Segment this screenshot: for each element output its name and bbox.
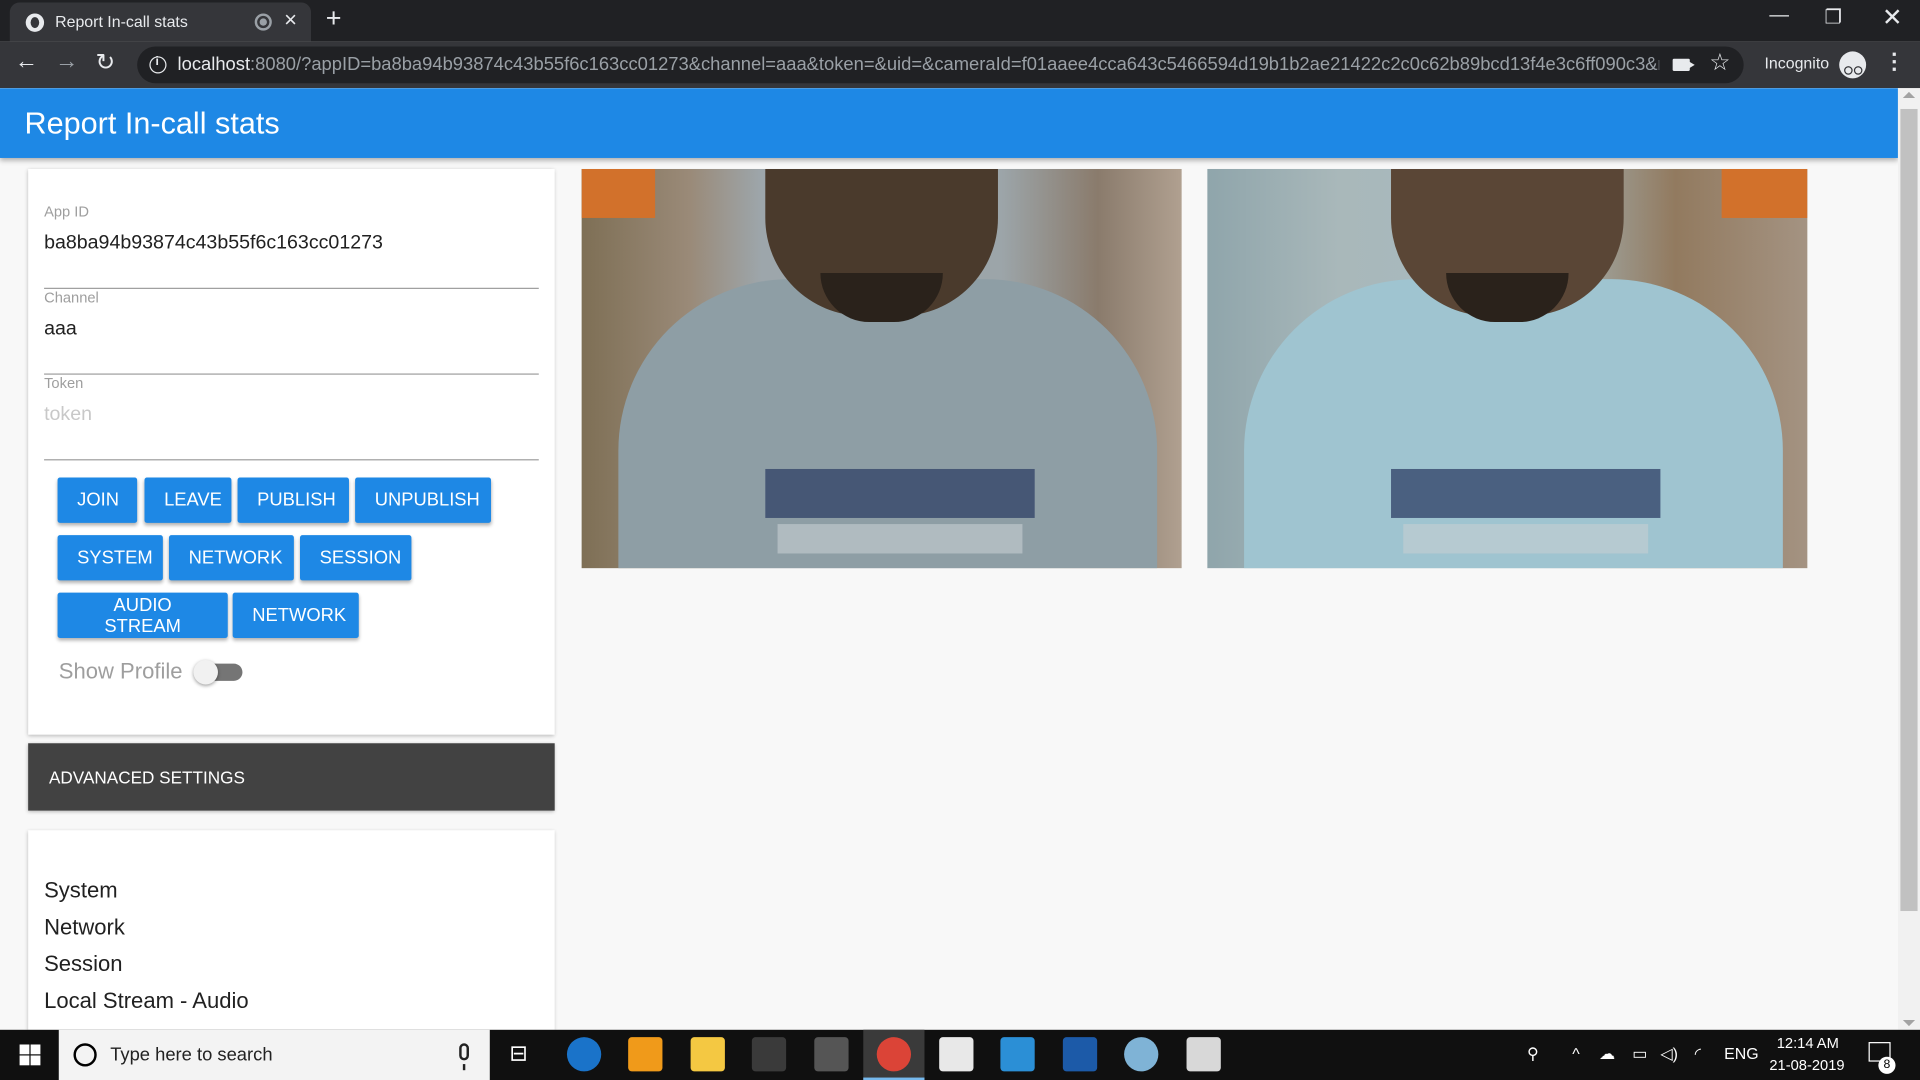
browser-toolbar: ← → ↻ localhost:8080/?appID=ba8ba94b9387…: [0, 41, 1920, 89]
stats-card: System Network Session Local Stream - Au…: [28, 830, 555, 1030]
channel-input[interactable]: [44, 313, 534, 346]
reload-icon[interactable]: ↻: [96, 49, 115, 77]
settings-card: App ID Channel Token JOIN LEAVE PUBLISH …: [28, 168, 555, 735]
scroll-down-icon[interactable]: [1902, 1020, 1916, 1027]
clock-date[interactable]: 21-08-2019: [1769, 1057, 1844, 1074]
stats-item-system: System: [44, 877, 118, 903]
cortana-icon: [73, 1043, 97, 1067]
photos-icon[interactable]: [1186, 1037, 1221, 1072]
network-stream-button[interactable]: NETWORK: [232, 592, 359, 638]
audio-stream-button[interactable]: AUDIO STREAM: [57, 592, 228, 638]
battery-icon[interactable]: ▭: [1632, 1044, 1647, 1064]
video-shirt-print: [1391, 468, 1661, 518]
channel-field: Channel: [44, 289, 539, 375]
stats-item-network: Network: [44, 914, 125, 940]
clock-time[interactable]: 12:14 AM: [1777, 1035, 1839, 1052]
taskbar-search[interactable]: Type here to search: [58, 1029, 490, 1080]
restore-icon[interactable]: ❐: [1824, 5, 1842, 29]
bookmark-star-icon[interactable]: ☆: [1709, 49, 1730, 77]
local-video: [581, 168, 1182, 569]
incognito-label: Incognito: [1764, 53, 1830, 73]
browser-tab[interactable]: Report In-call stats ×: [9, 2, 312, 42]
leave-button[interactable]: LEAVE: [144, 477, 232, 523]
stats-item-session: Session: [44, 951, 123, 976]
search-placeholder: Type here to search: [110, 1044, 273, 1066]
volume-icon[interactable]: ◁): [1660, 1044, 1678, 1064]
video-background: [1721, 168, 1808, 218]
token-input[interactable]: [44, 399, 534, 432]
language-indicator[interactable]: ENG: [1724, 1044, 1758, 1062]
toggle-knob: [193, 660, 218, 685]
browser-tab-bar: Report In-call stats × + — ❐ ✕: [0, 0, 1920, 42]
app-header: Report In-call stats: [0, 88, 1898, 158]
wifi-icon[interactable]: ◜: [1695, 1044, 1701, 1064]
show-profile-label: Show Profile: [58, 658, 183, 684]
whatsapp-icon[interactable]: [628, 1037, 663, 1072]
chrome-taskbar-active[interactable]: [863, 1029, 925, 1080]
site-info-icon[interactable]: [149, 55, 167, 74]
page: Report In-call stats App ID Channel Toke…: [0, 88, 1898, 1030]
token-field: Token: [44, 375, 539, 461]
back-icon[interactable]: ←: [15, 49, 38, 76]
page-title: Report In-call stats: [24, 106, 280, 141]
store-icon[interactable]: [814, 1037, 849, 1072]
forward-icon[interactable]: →: [55, 49, 78, 76]
scroll-thumb[interactable]: [1900, 108, 1918, 912]
show-profile-toggle[interactable]: [193, 660, 243, 685]
unpublish-button[interactable]: UNPUBLISH: [355, 477, 492, 523]
powershell-icon[interactable]: [1062, 1037, 1098, 1072]
window-close-icon[interactable]: ✕: [1882, 2, 1903, 33]
advanced-settings-header[interactable]: ADVANACED SETTINGS: [28, 743, 555, 811]
browser-menu-icon[interactable]: ⋮: [1883, 49, 1905, 75]
app-id-label: App ID: [44, 203, 90, 221]
globe-icon: [25, 13, 45, 32]
token-label: Token: [44, 374, 84, 392]
session-button[interactable]: SESSION: [300, 535, 412, 581]
advanced-settings-label: ADVANACED SETTINGS: [48, 767, 245, 788]
taskbar: Type here to search ⊟ ⚲ ^ ☁ ▭ ◁) ◜ ENG 1…: [0, 1029, 1920, 1080]
minimize-icon[interactable]: —: [1769, 5, 1789, 27]
join-button[interactable]: JOIN: [57, 477, 138, 523]
network-button[interactable]: NETWORK: [168, 535, 294, 581]
system-button[interactable]: SYSTEM: [57, 535, 163, 581]
publish-button[interactable]: PUBLISH: [237, 477, 349, 523]
video-shirt-print-2: [777, 524, 1023, 554]
page-scrollbar[interactable]: [1897, 88, 1920, 1030]
chrome-icon[interactable]: [876, 1037, 912, 1072]
notification-count-badge: 8: [1878, 1056, 1896, 1074]
remote-video: [1207, 168, 1808, 569]
vscode-icon[interactable]: [1000, 1037, 1035, 1072]
mail-icon[interactable]: [939, 1037, 974, 1072]
incognito-icon[interactable]: [1839, 51, 1867, 79]
paint-icon[interactable]: [1124, 1037, 1159, 1072]
address-bar[interactable]: localhost:8080/?appID=ba8ba94b93874c43b5…: [137, 46, 1744, 84]
recording-indicator-icon: [254, 13, 272, 31]
predator-icon[interactable]: [751, 1037, 787, 1072]
video-background: [581, 168, 656, 218]
url-text[interactable]: localhost:8080/?appID=ba8ba94b93874c43b5…: [178, 54, 1660, 75]
app-id-field: App ID: [44, 203, 539, 289]
task-view-icon[interactable]: ⊟: [509, 1041, 527, 1067]
file-explorer-icon[interactable]: [690, 1037, 725, 1072]
windows-start-icon[interactable]: [19, 1044, 41, 1066]
edge-icon[interactable]: [566, 1037, 602, 1072]
new-tab-button[interactable]: +: [326, 2, 342, 34]
camera-in-use-icon[interactable]: [1672, 58, 1695, 72]
channel-label: Channel: [44, 288, 99, 307]
close-tab-icon[interactable]: ×: [284, 7, 297, 33]
tab-title: Report In-call stats: [55, 12, 188, 31]
video-shirt-print: [765, 468, 1035, 518]
people-icon[interactable]: ⚲: [1527, 1044, 1539, 1064]
stats-item-local-audio: Local Stream - Audio: [44, 988, 249, 1013]
onedrive-icon[interactable]: ☁: [1599, 1044, 1615, 1064]
app-id-input[interactable]: [44, 227, 534, 260]
show-hidden-icons[interactable]: ^: [1572, 1044, 1579, 1062]
scroll-up-icon[interactable]: [1902, 91, 1916, 98]
video-shirt-print-2: [1403, 524, 1649, 554]
microphone-icon[interactable]: [459, 1043, 469, 1071]
